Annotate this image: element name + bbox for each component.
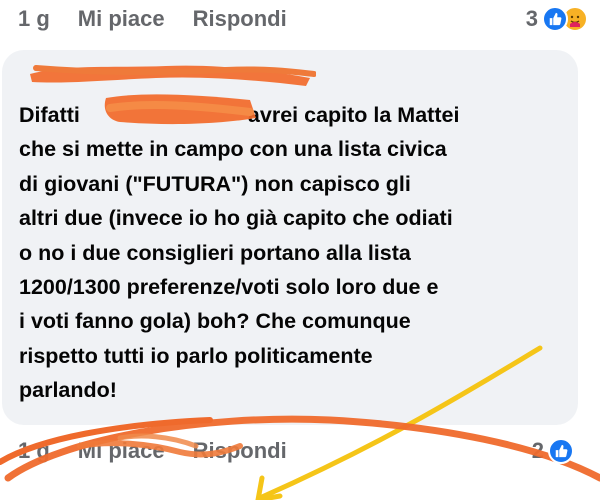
reply-comment-link[interactable]: Rispondi [193,6,287,32]
comment-timestamp[interactable]: 1 g [18,438,50,464]
comment-line-9: parlando! [19,378,117,403]
like-icon [542,6,568,32]
redaction-scribble [104,94,257,125]
comment-actions: 1 g Mi piace Rispondi 2 [18,436,588,466]
yellow-arrow-head [255,475,283,500]
comment-line-2: che si mette in campo con una lista civi… [19,137,447,162]
comment-line-6: 1200/1300 preferenze/voti solo loro due … [19,275,439,300]
comment-line-4: altri due (invece io ho già capito che o… [19,206,453,231]
comment-line-8: rispetto tutti io parlo politicamente [19,343,373,368]
comment-meta: 1 g Mi piace Rispondi [18,438,287,464]
reaction-count: 2 [531,438,544,463]
like-icon [548,438,574,464]
previous-comment-actions: 1 g Mi piace Rispondi 3 [18,4,588,34]
reaction-summary[interactable]: 2 [532,438,574,464]
like-comment-link[interactable]: Mi piace [78,6,165,32]
reply-comment-link[interactable]: Rispondi [193,438,287,464]
previous-comment-meta: 1 g Mi piace Rispondi [18,6,287,32]
reaction-count: 3 [525,6,538,31]
orange-scribble-mark [33,65,316,77]
like-comment-link[interactable]: Mi piace [78,438,165,464]
comment-timestamp[interactable]: 1 g [18,6,50,32]
comment-text: Difatti avrei capito la Mattei che si met… [19,98,579,408]
comment-line-3: di giovani ("FUTURA") non capisco gli [19,171,411,196]
reaction-summary[interactable]: 3 [526,6,588,32]
redacted-author-name [30,65,316,86]
comment-line-7: i voti fanno gola) boh? Che comunque [19,309,411,334]
comment-line-5: o no i due consiglieri portano alla list… [19,240,411,265]
